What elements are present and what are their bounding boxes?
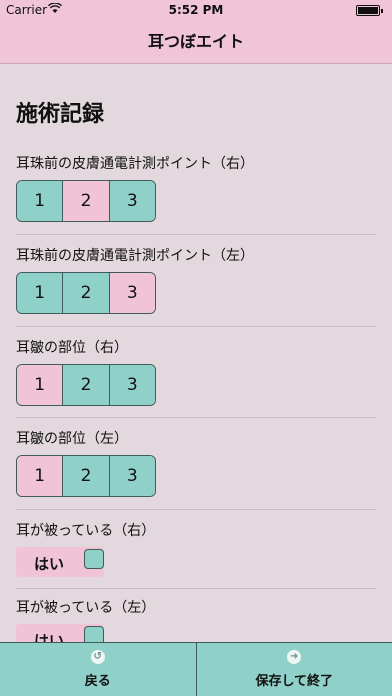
item-ear-covered-left: 耳が被っている（左） はい: [16, 598, 376, 642]
back-button-label: 戻る: [84, 674, 111, 689]
item-crease-left: 耳皺の部位（左） 1 2 3: [16, 429, 376, 497]
item-label: 耳皺の部位（左）: [16, 431, 128, 447]
segment-control-tragus-right: 1 2 3: [16, 180, 156, 222]
item-label: 耳が被っている（右）: [16, 523, 156, 539]
segment-option-1[interactable]: 1: [17, 456, 64, 496]
item-label: 耳珠前の皮膚通電計測ポイント（左）: [16, 248, 254, 264]
segment-option-3[interactable]: 3: [109, 365, 155, 405]
save-and-finish-button[interactable]: ➜ 保存して終了: [197, 643, 392, 696]
segment-option-1[interactable]: 1: [17, 181, 64, 221]
divider: [16, 234, 376, 235]
item-label: 耳皺の部位（右）: [16, 340, 128, 356]
item-tragus-right: 耳珠前の皮膚通電計測ポイント（右） 1 2 3: [16, 154, 376, 222]
section-title: 施術記録: [16, 102, 105, 127]
content: 施術記録 耳珠前の皮膚通電計測ポイント（右） 1 2 3 耳珠前の皮膚通電計測ポ…: [0, 64, 392, 642]
segment-option-2[interactable]: 2: [63, 365, 110, 405]
checkbox-label: はい: [34, 555, 65, 573]
segment-control-tragus-left: 1 2 3: [16, 272, 156, 314]
save-button-label: 保存して終了: [255, 674, 334, 689]
segment-control-crease-right: 1 2 3: [16, 364, 156, 406]
divider: [16, 588, 376, 589]
back-arrow-icon: ↺: [90, 650, 105, 664]
segment-control-crease-left: 1 2 3: [16, 455, 156, 497]
forward-arrow-icon: ➜: [287, 650, 302, 664]
item-crease-right: 耳皺の部位（右） 1 2 3: [16, 338, 376, 406]
back-button[interactable]: ↺ 戻る: [0, 643, 197, 696]
item-label: 耳が被っている（左）: [16, 600, 156, 616]
segment-option-2[interactable]: 2: [63, 456, 110, 496]
item-tragus-left: 耳珠前の皮膚通電計測ポイント（左） 1 2 3: [16, 246, 376, 314]
checkbox-box[interactable]: [84, 626, 104, 642]
divider: [16, 417, 376, 418]
checkbox-ear-covered-left[interactable]: はい: [16, 624, 104, 642]
bottom-toolbar: ↺ 戻る ➜ 保存して終了: [0, 642, 392, 696]
battery-icon: [356, 5, 383, 16]
item-ear-covered-right: 耳が被っている（右） はい: [16, 521, 376, 577]
status-time: 5:52 PM: [168, 3, 224, 17]
segment-option-1[interactable]: 1: [17, 365, 64, 405]
segment-option-1[interactable]: 1: [17, 273, 64, 313]
segment-option-2[interactable]: 2: [63, 181, 110, 221]
item-label: 耳珠前の皮膚通電計測ポイント（右）: [16, 156, 254, 172]
segment-option-2[interactable]: 2: [63, 273, 110, 313]
nav-bar: 耳つぼエイト: [0, 20, 392, 64]
checkbox-label: はい: [34, 632, 65, 642]
segment-option-3[interactable]: 3: [109, 273, 155, 313]
nav-title: 耳つぼエイト: [147, 32, 244, 51]
checkbox-box[interactable]: [84, 549, 104, 569]
divider: [16, 509, 376, 510]
segment-option-3[interactable]: 3: [109, 181, 155, 221]
segment-option-3[interactable]: 3: [109, 456, 155, 496]
status-bar: Carrier 5:52 PM: [0, 0, 392, 20]
divider: [16, 326, 376, 327]
checkbox-ear-covered-right[interactable]: はい: [16, 547, 104, 577]
